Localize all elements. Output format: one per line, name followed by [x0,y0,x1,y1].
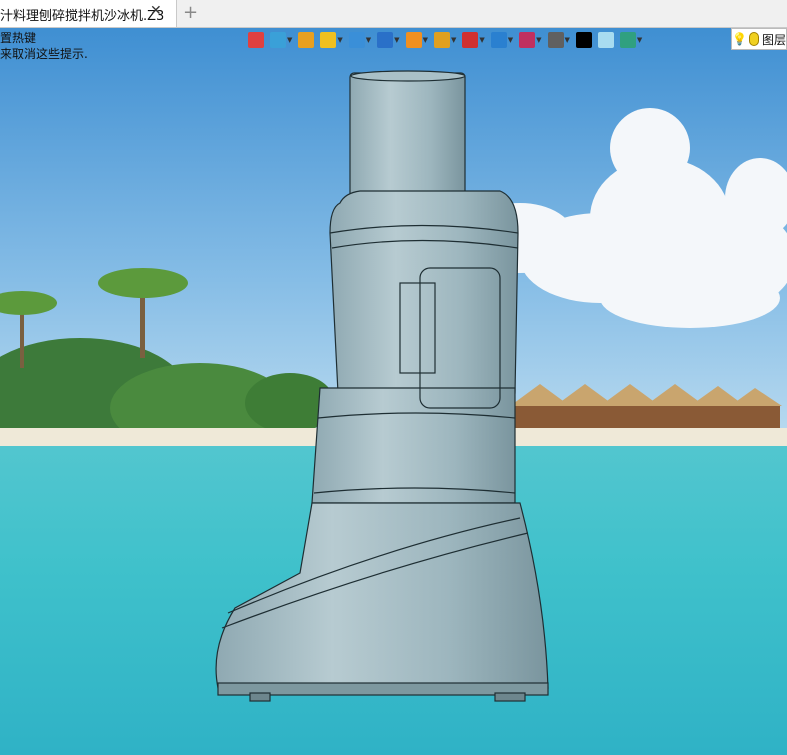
hotkey-hint: 置热键 来取消这些提示. [0,30,88,62]
section-view-icon[interactable] [490,32,507,48]
dropdown-caret-icon[interactable]: ▼ [536,36,541,44]
layer-selector[interactable]: 💡 图层 [731,28,787,50]
fill-color-button[interactable] [597,32,614,48]
render-mode-icon[interactable] [405,32,422,48]
display-screen-button[interactable]: ▼ [547,32,570,48]
layer-visibility-icon[interactable] [619,32,636,48]
sketch-point-button[interactable]: ▼ [270,32,292,48]
standard-views-icon[interactable] [377,32,394,48]
view-toolbar: ▼ ▼ ▼ ▼ ▼ ▼ ▼ ▼ ▼ ▼ ▼ [248,30,648,50]
view-restore-icon[interactable] [248,32,264,48]
lightbulb-icon[interactable]: 💡 [732,32,747,46]
axis-icon[interactable] [462,32,479,48]
view-restore-button[interactable] [248,32,264,48]
clip-plane-icon[interactable] [519,32,536,48]
standard-views-button[interactable]: ▼ [377,32,400,48]
layer-state-icon[interactable] [748,32,759,46]
zoom-button[interactable]: ▼ [433,32,456,48]
dropdown-caret-icon[interactable]: ▼ [366,36,371,44]
clip-plane-button[interactable]: ▼ [519,32,542,48]
dropdown-caret-icon[interactable]: ▼ [451,36,456,44]
add-tab-icon[interactable]: + [183,2,198,23]
zoom-icon[interactable] [433,32,450,48]
hint-line-2: 来取消这些提示. [0,47,88,61]
layer-label: 图层 [761,32,786,47]
dropdown-caret-icon[interactable]: ▼ [565,36,570,44]
dropdown-caret-icon[interactable]: ▼ [479,36,484,44]
document-tab-title[interactable]: 汁料理刨碎搅拌机沙冰机.Z3 [0,5,164,24]
view-cube-button[interactable]: ▼ [348,32,371,48]
axis-button[interactable]: ▼ [462,32,485,48]
dropdown-caret-icon[interactable]: ▼ [637,36,642,44]
scene-render [0,28,787,755]
section-view-button[interactable]: ▼ [490,32,513,48]
3d-viewport[interactable] [0,28,787,755]
tab-bar: 汁料理刨碎搅拌机沙冰机.Z3 ✕ + [0,0,787,28]
fill-color-icon[interactable] [597,32,614,48]
shaded-solid-button[interactable]: ▼ [320,32,343,48]
view-cube-icon[interactable] [348,32,365,48]
dropdown-caret-icon[interactable]: ▼ [287,36,292,44]
render-mode-button[interactable]: ▼ [405,32,428,48]
close-tab-icon[interactable]: ✕ [150,3,162,19]
pencil-icon[interactable] [298,32,315,48]
sketch-point-icon[interactable] [270,32,286,48]
shaded-solid-icon[interactable] [320,32,337,48]
line-color-icon[interactable] [575,32,592,48]
layer-visibility-button[interactable]: ▼ [619,32,642,48]
line-color-button[interactable] [575,32,592,48]
hint-line-1: 置热键 [0,31,37,45]
display-screen-icon[interactable] [547,32,564,48]
dropdown-caret-icon[interactable]: ▼ [394,36,399,44]
dropdown-caret-icon[interactable]: ▼ [423,36,428,44]
dropdown-caret-icon[interactable]: ▼ [337,36,342,44]
dropdown-caret-icon[interactable]: ▼ [508,36,513,44]
pencil-button[interactable] [298,32,315,48]
document-tab[interactable]: 汁料理刨碎搅拌机沙冰机.Z3 ✕ [0,0,177,27]
